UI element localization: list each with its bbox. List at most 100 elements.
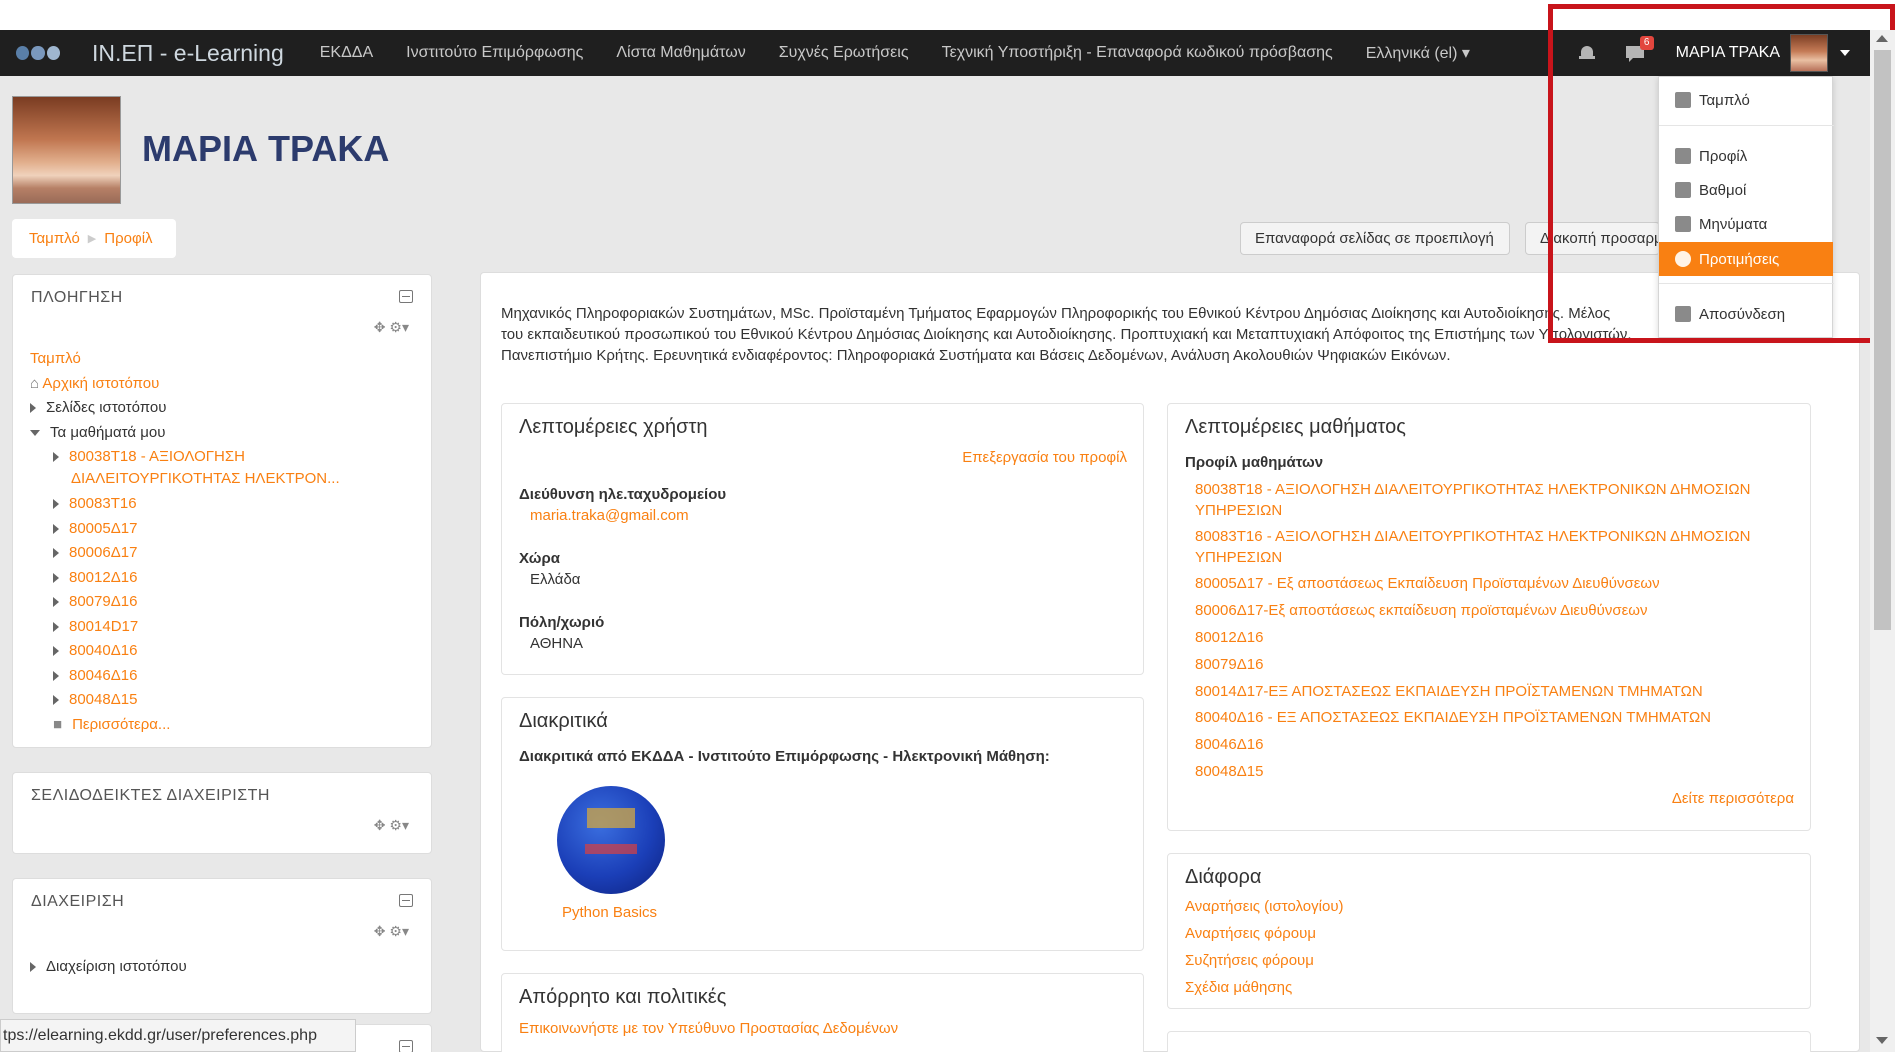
expand-icon[interactable] (53, 695, 59, 706)
expand-icon[interactable] (53, 499, 59, 510)
site-logo[interactable] (16, 40, 62, 66)
nav-more[interactable]: Περισσότερα... (72, 716, 170, 733)
move-gear-icon[interactable]: ✥ ⚙▾ (374, 319, 409, 336)
collapse-icon[interactable] (399, 290, 413, 303)
badges-subtitle: Διακριτικά από ΕΚΔΔΑ - Ινστιτούτο Επιμόρ… (519, 748, 1050, 765)
course-profiles-label: Προφίλ μαθημάτων (1185, 454, 1324, 471)
collapse-icon[interactable] (399, 894, 413, 907)
nav-my-courses[interactable]: Τα μαθήματά μου (50, 424, 165, 441)
badge-image[interactable] (557, 786, 665, 894)
breadcrumb: Ταμπλό ▶ Προφίλ (12, 219, 176, 258)
email-link[interactable]: maria.traka@gmail.com (530, 507, 689, 524)
page-title: ΜΑΡΙΑ ΤΡΑΚΑ (142, 128, 390, 169)
breadcrumb-profile[interactable]: Προφίλ (104, 230, 152, 247)
profile-description: Μηχανικός Πληροφοριακών Συστημάτων, MSc.… (501, 305, 1632, 364)
expand-icon[interactable] (53, 622, 59, 633)
course-link[interactable]: 80038Τ18 - ΑΞΙΟΛΟΓΗΣΗ ΔΙΑΛΕΙΤΟΥΡΓΙΚΟΤΗΤΑ… (1195, 481, 1750, 498)
course-link[interactable]: 80048Δ15 (1195, 763, 1263, 780)
nav-course-item-cont[interactable]: ΔΙΑΛΕΙΤΟΥΡΓΙΚΟΤΗΤΑΣ ΗΛΕΚΤΡΟΝ... (71, 470, 340, 487)
nav-course-item[interactable]: 80048Δ15 (69, 691, 137, 708)
course-link[interactable]: 80005Δ17 - Εξ αποστάσεως Εκπαίδευση Προϊ… (1195, 575, 1660, 592)
scroll-down-icon[interactable] (1876, 1037, 1888, 1044)
nav-course-item[interactable]: 80006Δ17 (69, 544, 137, 561)
scroll-thumb[interactable] (1874, 50, 1891, 630)
card-title: Λεπτομέρειες χρήστη (519, 416, 708, 438)
course-link[interactable]: 80012Δ16 (1195, 629, 1263, 646)
nav-home[interactable]: Αρχική ιστοτόπου (42, 375, 159, 392)
nav-tech-support[interactable]: Τεχνική Υποστήριξη - Επαναφορά κωδικού π… (942, 44, 1333, 62)
course-link[interactable]: 80079Δ16 (1195, 656, 1263, 673)
nav-course-item[interactable]: 80079Δ16 (69, 593, 137, 610)
administration-block: ΔΙΑΧΕΙΡΙΣΗ ✥ ⚙▾ Διαχείριση ιστοτόπου (12, 878, 432, 1014)
nav-ekdda[interactable]: ΕΚΔΔΑ (320, 44, 373, 62)
block-title: ΔΙΑΧΕΙΡΙΣΗ (31, 893, 125, 910)
expand-icon[interactable] (30, 403, 36, 414)
nav-faq[interactable]: Συχνές Ερωτήσεις (779, 44, 909, 62)
card-title: Διάφορα (1185, 866, 1262, 888)
course-link-cont[interactable]: ΥΠΗΡΕΣΙΩΝ (1195, 549, 1282, 566)
page: ΙΝ.ΕΠ - e-Learning ΕΚΔΔΑ Ινστιτούτο Επιμ… (0, 0, 1895, 1052)
course-link[interactable]: 80046Δ16 (1195, 736, 1263, 753)
expand-icon[interactable] (53, 548, 59, 559)
nav-course-item[interactable]: 80083Τ16 (69, 495, 137, 512)
move-gear-icon[interactable]: ✥ ⚙▾ (374, 923, 409, 940)
scroll-up-icon[interactable] (1876, 35, 1888, 42)
nav-course-item[interactable]: 80038Τ18 - ΑΞΙΟΛΟΓΗΣΗ (69, 448, 245, 465)
expand-icon[interactable] (53, 646, 59, 657)
blog-posts-link[interactable]: Αναρτήσεις (ιστολογίου) (1185, 898, 1344, 915)
city-value: ΑΘΗΝΑ (530, 635, 584, 652)
nav-site-pages[interactable]: Σελίδες ιστοτόπου (46, 399, 166, 416)
block-title: ΣΕΛΙΔΟΔΕΙΚΤΕΣ ΔΙΑΧΕΙΡΙΣΤΗ (31, 787, 270, 804)
admin-bookmarks-block: ΣΕΛΙΔΟΔΕΙΚΤΕΣ ΔΙΑΧΕΙΡΙΣΤΗ ✥ ⚙▾ (12, 772, 432, 854)
see-more-link[interactable]: Δείτε περισσότερα (1672, 790, 1794, 807)
move-gear-icon[interactable]: ✥ ⚙▾ (374, 817, 409, 834)
nav-site-admin[interactable]: Διαχείριση ιστοτόπου (46, 958, 187, 975)
country-value: Ελλάδα (530, 571, 581, 588)
course-link[interactable]: 80006Δ17-Εξ αποστάσεως εκπαίδευση προϊστ… (1195, 602, 1648, 619)
expand-icon[interactable] (53, 452, 59, 463)
profile-picture (12, 96, 121, 204)
breadcrumb-dashboard[interactable]: Ταμπλό (29, 230, 80, 247)
course-link[interactable]: 80014Δ17-ΕΞ ΑΠΟΣΤΑΣΕΩΣ ΕΚΠΑΙΔΕΥΣΗ ΠΡΟΪΣΤ… (1195, 683, 1703, 700)
expand-icon[interactable] (53, 597, 59, 608)
forum-posts-link[interactable]: Αναρτήσεις φόρουμ (1185, 925, 1316, 942)
site-brand[interactable]: ΙΝ.ΕΠ - e-Learning (92, 40, 284, 67)
nav-dashboard[interactable]: Ταμπλό (30, 350, 81, 367)
collapse-tree-icon[interactable] (30, 430, 40, 437)
nav-course-item[interactable]: 80012Δ16 (69, 569, 137, 586)
nav-course-item[interactable]: 80005Δ17 (69, 520, 137, 537)
nav-course-item[interactable]: 80014D17 (69, 618, 138, 635)
forum-discussions-link[interactable]: Συζητήσεις φόρουμ (1185, 952, 1314, 969)
expand-icon[interactable] (30, 962, 36, 973)
course-link[interactable]: 80040Δ16 - ΕΞ ΑΠΟΣΤΑΣΕΩΣ ΕΚΠΑΙΔΕΥΣΗ ΠΡΟΪ… (1195, 709, 1711, 726)
language-menu[interactable]: Ελληνικά (el) ▾ (1366, 43, 1470, 63)
card-title: Λεπτομέρειες μαθήματος (1185, 416, 1406, 438)
nav-course-item[interactable]: 80046Δ16 (69, 667, 137, 684)
next-card (1167, 1031, 1811, 1052)
expand-icon[interactable] (53, 671, 59, 682)
breadcrumb-separator-icon: ▶ (87, 233, 97, 245)
reset-page-button[interactable]: Επαναφορά σελίδας σε προεπιλογή (1240, 222, 1510, 255)
nav-course-item[interactable]: 80040Δ16 (69, 642, 137, 659)
expand-icon[interactable] (53, 524, 59, 535)
home-icon: ⌂ (30, 375, 43, 392)
vertical-scrollbar[interactable] (1870, 30, 1895, 1052)
nav-course-list[interactable]: Λίστα Μαθημάτων (616, 44, 745, 62)
edit-profile-link[interactable]: Επεξεργασία του προφίλ (962, 449, 1127, 466)
contact-dpo-link[interactable]: Επικοινωνήστε με τον Υπεύθυνο Προστασίας… (519, 1020, 898, 1037)
course-link-cont[interactable]: ΥΠΗΡΕΣΙΩΝ (1195, 502, 1282, 519)
user-details-card: Λεπτομέρειες χρήστη Επεξεργασία του προφ… (501, 403, 1144, 675)
badges-card: Διακριτικά Διακριτικά από ΕΚΔΔΑ - Ινστιτ… (501, 697, 1144, 951)
course-details-card: Λεπτομέρειες μαθήματος Προφίλ μαθημάτων … (1167, 403, 1811, 831)
profile-content: Μηχανικός Πληροφοριακών Συστημάτων, MSc.… (480, 272, 1860, 1052)
badge-link[interactable]: Python Basics (562, 904, 657, 921)
highlight-box (1548, 4, 1895, 343)
collapse-icon[interactable] (399, 1040, 413, 1052)
course-link[interactable]: 80083Τ16 - ΑΞΙΟΛΟΓΗΣΗ ΔΙΑΛΕΙΤΟΥΡΓΙΚΟΤΗΤΑ… (1195, 528, 1750, 545)
bullet-icon: ■ (53, 716, 63, 733)
status-bar-url: tps://elearning.ekdd.gr/user/preferences… (0, 1019, 356, 1052)
learning-plans-link[interactable]: Σχέδια μάθησης (1185, 979, 1292, 996)
expand-icon[interactable] (53, 573, 59, 584)
nav-institute[interactable]: Ινστιτούτο Επιμόρφωσης (406, 44, 583, 62)
privacy-card: Απόρρητο και πολιτικές Επικοινωνήστε με … (501, 973, 1144, 1052)
